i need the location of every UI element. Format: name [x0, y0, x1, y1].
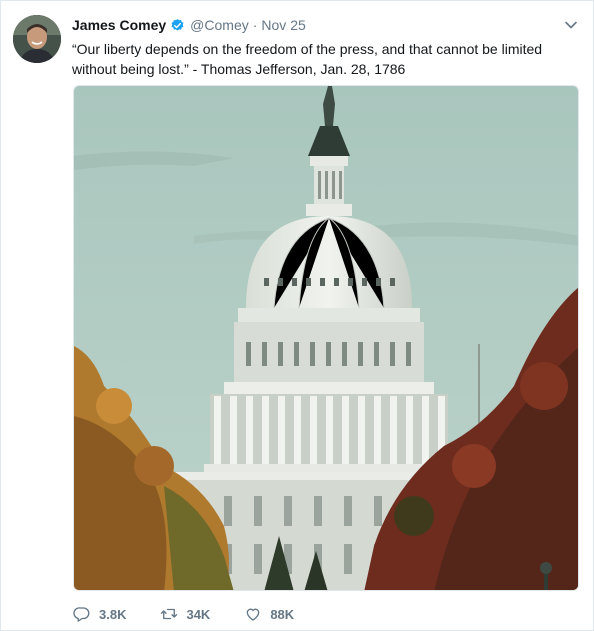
tweet-text: “Our liberty depends on the freedom of t…	[72, 41, 543, 77]
like-button[interactable]: 88K	[244, 605, 294, 623]
like-count: 88K	[270, 606, 295, 622]
reply-button[interactable]: 3.8K	[73, 605, 126, 623]
separator-dot: ·	[252, 17, 258, 33]
heart-icon	[247, 608, 260, 621]
capitol-photo	[74, 86, 578, 590]
user-handle[interactable]: @Comey	[190, 17, 249, 33]
reply-count: 3.8K	[99, 606, 127, 622]
verified-badge-icon	[171, 18, 184, 31]
chevron-down-icon[interactable]	[563, 17, 579, 33]
action-bar: 3.8K 34K 88K	[73, 604, 328, 624]
reply-icon	[73, 607, 90, 622]
retweet-count: 34K	[186, 606, 211, 622]
tweet-card: James Comey @Comey · Nov 25 “Our liberty…	[0, 0, 594, 631]
display-name[interactable]: James Comey	[72, 17, 166, 33]
timestamp[interactable]: Nov 25	[261, 17, 305, 33]
avatar-image	[13, 15, 61, 63]
avatar[interactable]	[13, 15, 61, 63]
tweet-header: James Comey @Comey · Nov 25	[72, 16, 306, 34]
tweet-photo[interactable]	[73, 85, 579, 591]
retweet-button[interactable]: 34K	[160, 605, 210, 623]
retweet-icon	[161, 608, 178, 620]
